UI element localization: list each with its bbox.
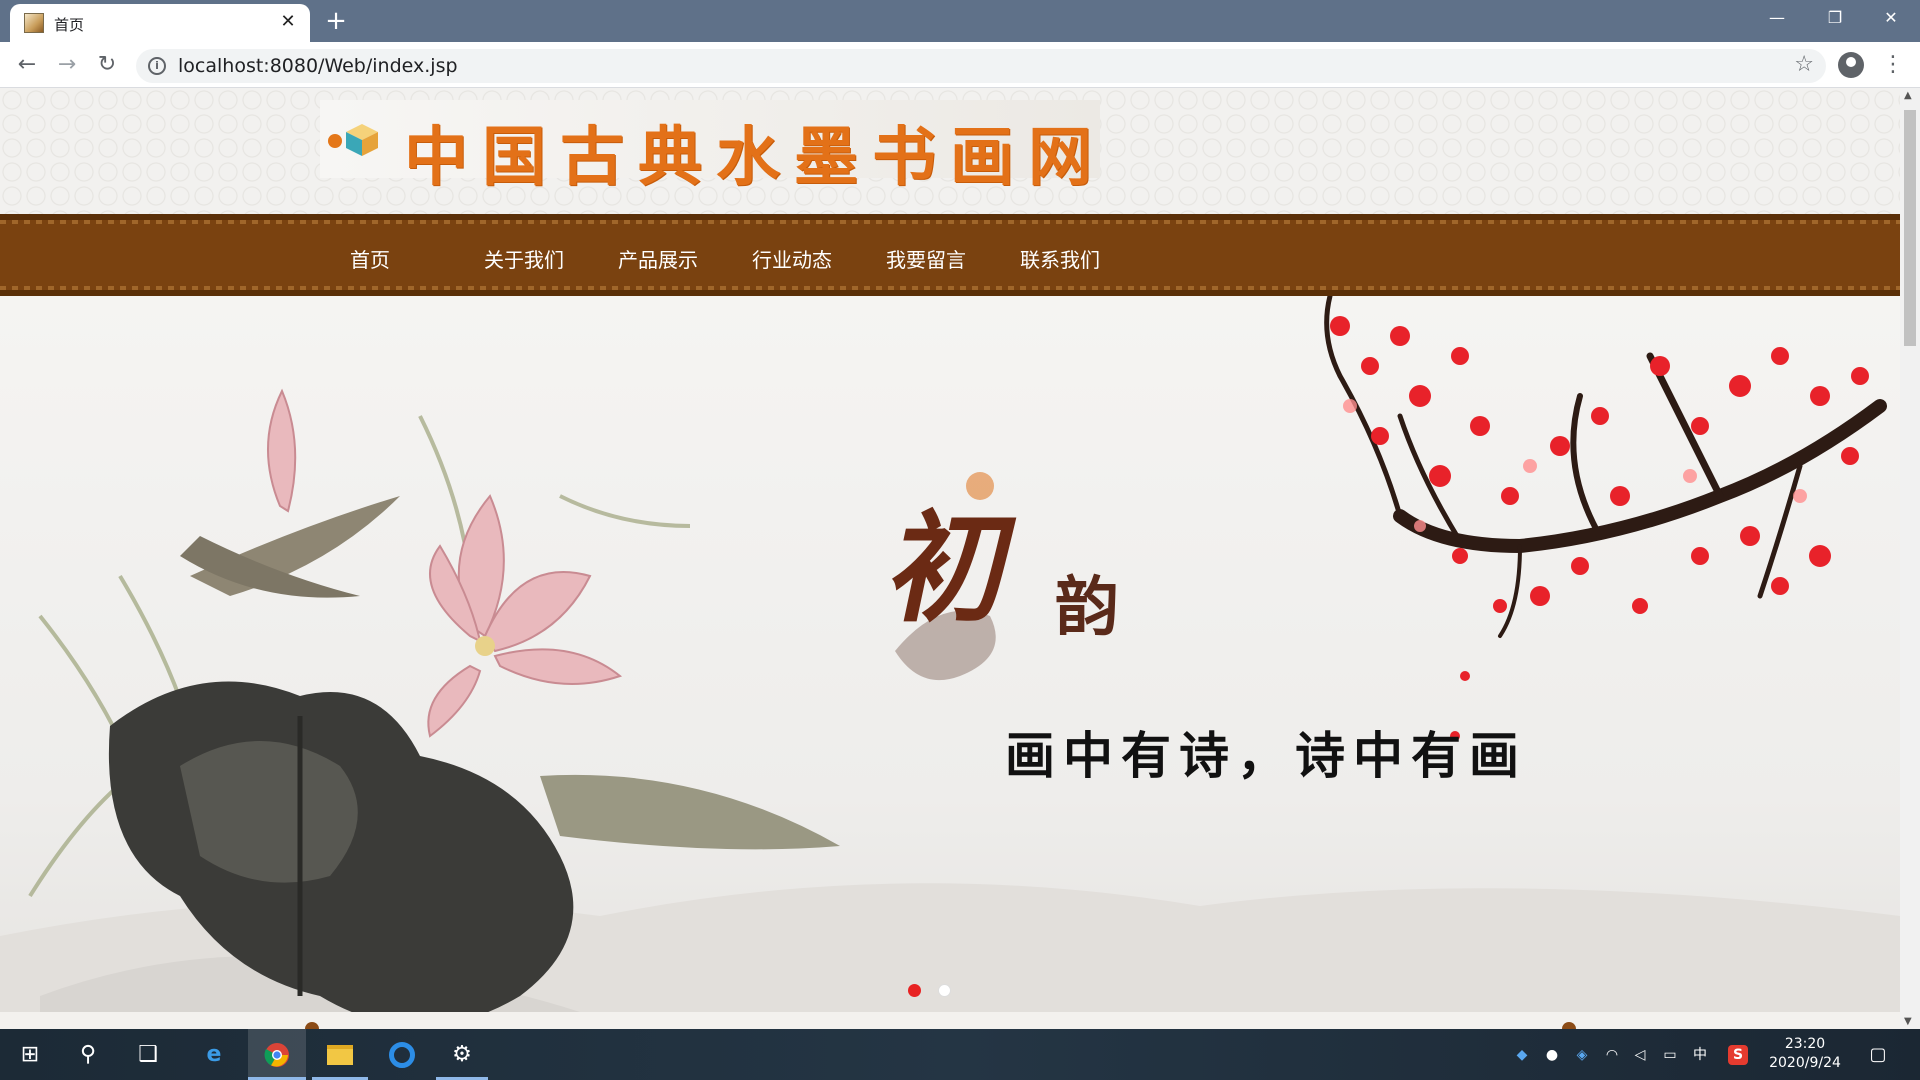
content-strip xyxy=(0,1012,1900,1029)
carousel-dot-2[interactable] xyxy=(938,984,952,997)
clock-time: 23:20 xyxy=(1784,1036,1826,1052)
hero-banner: 初 韵 画中有诗，诗中有画 xyxy=(0,296,1900,1012)
address-url[interactable]: localhost:8080/Web/index.jsp xyxy=(178,55,458,77)
nav-item-products[interactable]: 产品展示 xyxy=(618,244,698,273)
carousel-indicators xyxy=(908,982,963,1001)
task-view-icon[interactable]: ❑ xyxy=(124,1029,172,1080)
tab-close-icon[interactable]: ✕ xyxy=(276,10,300,34)
edge-icon[interactable]: e xyxy=(190,1029,238,1080)
clock-date: 2020/9/24 xyxy=(1769,1055,1841,1071)
windows-taskbar: ⊞ ⚲ ❑ e ⚙ ◆ ● ◈ ◠ ◁ ▭ 中 S 23:20 2020/9/2… xyxy=(0,1029,1920,1080)
wifi-icon[interactable]: ◠ xyxy=(1602,1045,1622,1065)
minimize-button[interactable]: — xyxy=(1748,0,1806,36)
main-nav: 首页 关于我们 产品展示 行业动态 我要留言 联系我们 xyxy=(0,214,1900,296)
page-scrollbar[interactable]: ▲ ▼ xyxy=(1900,88,1920,1029)
window-close-button[interactable]: ✕ xyxy=(1862,0,1920,36)
start-icon[interactable]: ⊞ xyxy=(6,1029,54,1080)
site-info-icon[interactable]: i xyxy=(148,57,166,75)
favicon-icon xyxy=(24,13,44,33)
qq-browser-icon[interactable] xyxy=(376,1029,428,1080)
reload-icon[interactable]: ↻ xyxy=(92,50,122,80)
site-logo[interactable]: 中国古典水墨书画网 xyxy=(320,100,1100,195)
nav-item-news[interactable]: 行业动态 xyxy=(752,244,832,273)
tray-qq-icon[interactable]: ● xyxy=(1542,1045,1562,1065)
notification-center-icon[interactable]: ▢ xyxy=(1868,1045,1888,1065)
tab-title: 首页 xyxy=(54,16,85,34)
scroll-down-icon[interactable]: ▼ xyxy=(1904,1016,1912,1027)
address-bar[interactable]: i localhost:8080/Web/index.jsp ☆ xyxy=(136,49,1826,83)
tray-app-icon[interactable]: ◆ xyxy=(1512,1045,1532,1065)
restore-button[interactable]: ❐ xyxy=(1806,0,1864,36)
ornament-left-icon xyxy=(305,1022,319,1029)
banner-brand-sub: 韵 xyxy=(1055,570,1119,645)
system-clock[interactable]: 23:20 2020/9/24 xyxy=(1760,1035,1850,1073)
nav-item-about[interactable]: 关于我们 xyxy=(484,244,564,273)
chrome-icon[interactable] xyxy=(248,1029,306,1080)
nav-item-contact[interactable]: 联系我们 xyxy=(1020,244,1100,273)
page-viewport: 中国古典水墨书画网 首页 关于我们 产品展示 行业动态 我要留言 联系我们 初 … xyxy=(0,88,1900,1029)
browser-tab-strip: 首页 ✕ + — ❐ ✕ xyxy=(0,0,1920,42)
profile-avatar-icon[interactable] xyxy=(1838,52,1864,78)
browser-tab[interactable]: 首页 ✕ xyxy=(10,4,310,42)
app-icon[interactable]: ⚙ xyxy=(436,1029,488,1080)
file-explorer-icon[interactable] xyxy=(312,1029,368,1080)
banner-motto: 画中有诗，诗中有画 xyxy=(1005,726,1527,785)
ime-indicator[interactable]: 中 xyxy=(1690,1045,1710,1065)
ornament-right-icon xyxy=(1562,1022,1576,1029)
tray-security-icon[interactable]: ◈ xyxy=(1572,1045,1592,1065)
carousel-dot-1[interactable] xyxy=(908,984,921,997)
bookmark-star-icon[interactable]: ☆ xyxy=(1794,52,1814,77)
scroll-up-icon[interactable]: ▲ xyxy=(1904,90,1912,101)
nav-item-home[interactable]: 首页 xyxy=(350,244,390,273)
search-icon[interactable]: ⚲ xyxy=(64,1029,112,1080)
banner-illustration xyxy=(0,296,1900,1012)
logo-dot-icon xyxy=(328,134,342,148)
forward-arrow-icon[interactable]: → xyxy=(52,50,82,80)
back-arrow-icon[interactable]: ← xyxy=(12,50,42,80)
chrome-logo-icon xyxy=(264,1043,289,1067)
logo-text: 中国古典水墨书画网 xyxy=(404,121,1106,195)
browser-toolbar: ← → ↻ i localhost:8080/Web/index.jsp ☆ ⋮ xyxy=(0,42,1920,88)
nav-item-message[interactable]: 我要留言 xyxy=(886,244,966,273)
site-header: 中国古典水墨书画网 xyxy=(0,88,1900,214)
battery-icon[interactable]: ▭ xyxy=(1660,1045,1680,1065)
volume-icon[interactable]: ◁ xyxy=(1630,1045,1650,1065)
sogou-ime-icon[interactable]: S xyxy=(1728,1045,1748,1065)
more-menu-icon[interactable]: ⋮ xyxy=(1880,50,1906,80)
new-tab-button[interactable]: + xyxy=(320,8,352,34)
logo-cube-icon xyxy=(346,124,378,156)
scrollbar-thumb[interactable] xyxy=(1904,110,1916,346)
